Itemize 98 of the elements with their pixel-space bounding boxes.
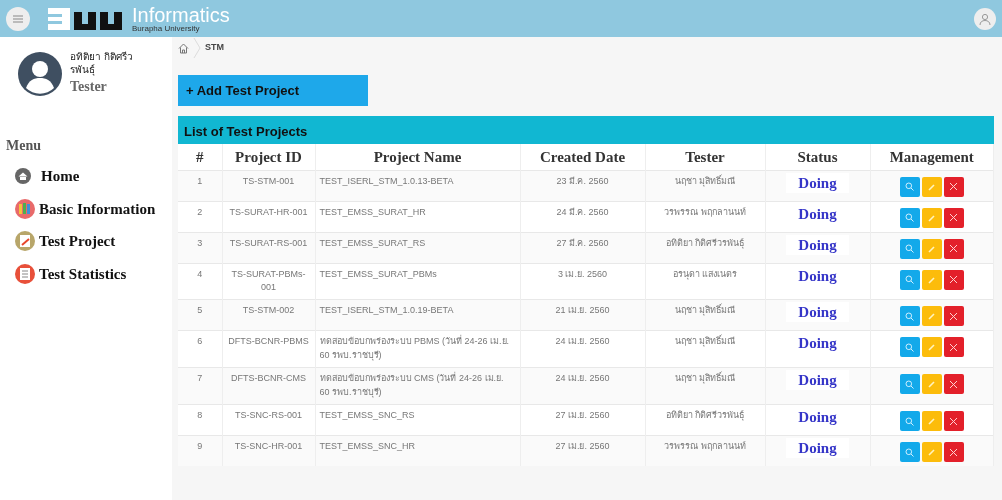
checklist-icon: [14, 262, 36, 285]
delete-button[interactable]: [943, 238, 964, 259]
close-icon: [949, 379, 959, 389]
status-text: Doing: [786, 370, 849, 391]
table-cell: TS-SNC-HR-001: [222, 435, 315, 467]
table-cell: นฤชา มุสิทธิ์มณี: [645, 170, 765, 201]
pencil-icon: [927, 275, 936, 284]
table-cell: TEST_ISERL_STM_1.0.19-BETA: [315, 299, 520, 331]
menu-item[interactable]: Basic Information: [0, 192, 172, 225]
delete-button[interactable]: [943, 269, 964, 290]
table-cell: นฤชา มุสิทธิ์มณี: [645, 299, 765, 331]
search-icon: [905, 244, 915, 253]
delete-button[interactable]: [943, 207, 964, 228]
profile-button[interactable]: [974, 7, 996, 30]
table-cell: TEST_EMSS_SURAT_RS: [315, 232, 520, 263]
menu-button[interactable]: [6, 6, 30, 31]
view-button[interactable]: [899, 411, 920, 432]
table-cell: TS-STM-002: [222, 299, 315, 331]
pencil-icon: [927, 182, 936, 191]
pencil-icon: [927, 213, 936, 222]
home-icon[interactable]: [178, 42, 189, 54]
pencil-icon: [927, 380, 936, 389]
user-name: อทิติยา กิติศรีวรพันธุ์: [70, 51, 134, 76]
close-icon: [949, 244, 959, 253]
table-cell: TS-SURAT-RS-001: [222, 232, 315, 263]
view-button[interactable]: [899, 238, 920, 259]
search-icon: [905, 213, 915, 222]
user-icon: [979, 12, 991, 25]
search-icon: [905, 447, 915, 457]
table-title: List of Test Projects: [178, 116, 994, 144]
close-icon: [949, 275, 959, 284]
search-icon: [905, 379, 915, 389]
menu-icon: [13, 14, 23, 23]
status-text: Doing: [786, 234, 849, 255]
close-icon: [949, 447, 959, 457]
table-cell: อทิติยา กิติศรีวรพันธุ์: [645, 232, 765, 263]
pencil-icon: [927, 417, 936, 426]
books-icon: [14, 197, 36, 220]
table-cell: ทดสอบข้อบกพร่องระบบ CMS (วันที่ 24-26 เม.ย. 60 รพบ.ราชบุรี): [315, 367, 520, 405]
pencil-icon: [927, 343, 936, 352]
search-icon: [905, 275, 915, 284]
status-text: Doing: [786, 438, 849, 459]
table-cell: 27 เม.ย. 2560: [520, 435, 645, 467]
menu-heading: Menu: [6, 137, 42, 155]
close-icon: [949, 311, 959, 321]
table-cell: DFTS-BCNR-CMS: [222, 367, 315, 405]
view-button[interactable]: [899, 306, 920, 327]
table-cell: 21 เม.ย. 2560: [520, 299, 645, 331]
breadcrumb-item[interactable]: STM: [205, 41, 224, 55]
add-project-button[interactable]: + Add Test Project: [178, 75, 368, 106]
delete-button[interactable]: [943, 337, 964, 358]
house-icon: [14, 167, 32, 186]
table-cell: TEST_EMSS_SNC_HR: [315, 435, 520, 467]
view-button[interactable]: [899, 374, 920, 395]
delete-button[interactable]: [943, 176, 964, 197]
avatar-icon: [18, 52, 62, 96]
search-icon: [905, 311, 915, 321]
close-icon: [949, 342, 959, 352]
table-cell: 27 มี.ค. 2560: [520, 232, 645, 263]
logo-text: Informatics: [132, 4, 230, 25]
pencil-icon: [927, 448, 936, 457]
logo-subtext: Burapha University: [132, 24, 201, 33]
pencil-icon: [927, 312, 936, 321]
close-icon: [949, 213, 959, 222]
table-cell: TS-STM-001: [222, 170, 315, 201]
table-cell: TEST_ISERL_STM_1.0.13-BETA: [315, 170, 520, 201]
document-icon: [14, 230, 36, 253]
view-button[interactable]: [899, 442, 920, 463]
delete-button[interactable]: [943, 411, 964, 432]
table-cell: 23 มี.ค. 2560: [520, 170, 645, 201]
row-number: 7: [178, 367, 222, 405]
delete-button[interactable]: [943, 442, 964, 463]
menu-item[interactable]: Test Statistics: [0, 257, 172, 290]
search-icon: [905, 182, 915, 191]
delete-button[interactable]: [943, 306, 964, 327]
row-number: 5: [178, 299, 222, 331]
row-number: 9: [178, 435, 222, 467]
close-icon: [949, 182, 959, 191]
status-text: Doing: [786, 172, 849, 193]
view-button[interactable]: [899, 337, 920, 358]
delete-button[interactable]: [943, 374, 964, 395]
search-icon: [905, 416, 915, 426]
user-role: Tester: [70, 78, 108, 96]
table-cell: 24 เม.ย. 2560: [520, 367, 645, 405]
pencil-icon: [927, 244, 936, 253]
chevron-icon: [193, 38, 201, 58]
row-number: 1: [178, 170, 222, 201]
status-text: Doing: [786, 302, 849, 323]
table-cell: นฤชา มุสิทธิ์มณี: [645, 367, 765, 405]
menu-item[interactable]: Test Project: [0, 225, 172, 258]
search-icon: [905, 342, 915, 352]
view-button[interactable]: [899, 207, 920, 228]
menu-item[interactable]: Home: [0, 160, 172, 193]
table-cell: วรพรรณ พฤกลานนท์: [645, 435, 765, 467]
view-button[interactable]: [899, 176, 920, 197]
row-number: 3: [178, 232, 222, 263]
close-icon: [949, 416, 959, 426]
view-button[interactable]: [899, 269, 920, 290]
